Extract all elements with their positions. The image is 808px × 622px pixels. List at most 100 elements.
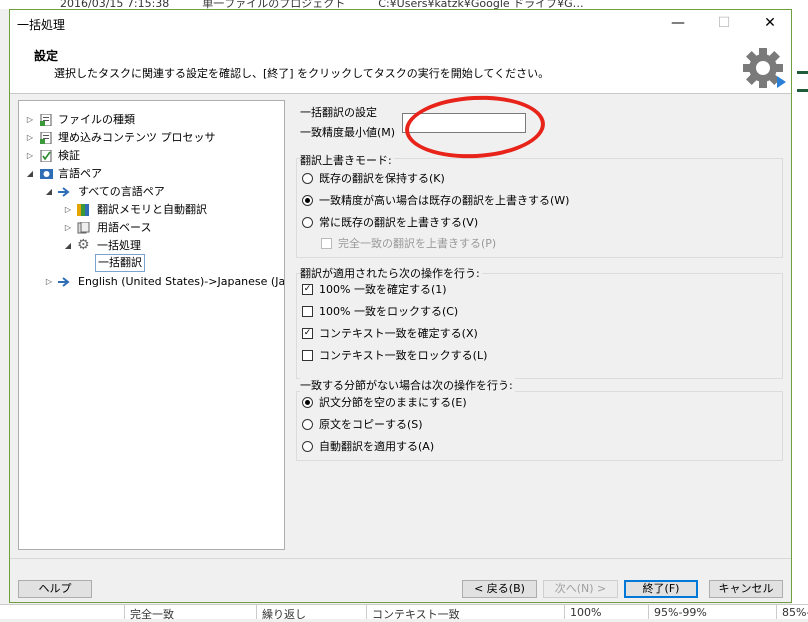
page-description: 選択したタスクに関連する設定を確認し、[終了] をクリックしてタスクの実行を開始… — [54, 67, 550, 80]
back-button[interactable]: < 戻る(B) — [462, 580, 537, 598]
checkbox[interactable] — [302, 306, 313, 317]
after-apply-title: 翻訳が適用されたら次の操作を行う: — [300, 265, 482, 281]
checkbox-label: コンテキスト一致を確定する(X) — [319, 327, 478, 340]
confirm-context-checkbox[interactable]: ✓ コンテキスト一致を確定する(X) — [302, 325, 602, 343]
tree-item-batch-translate[interactable]: 一括翻訳 — [19, 254, 279, 273]
tree-item-tm-and-mt[interactable]: ▷ 翻訳メモリと自動翻訳 — [19, 201, 279, 219]
radio-label: 既存の翻訳を保持する(K) — [319, 172, 445, 185]
tree-item-label: 言語ペア — [58, 167, 102, 180]
expand-arrow-icon[interactable]: ▷ — [63, 201, 73, 219]
checkbox-label: 100% 一致をロックする(C) — [319, 305, 459, 318]
tree-item-label: English (United States)->Japanese (Ja — [78, 275, 285, 288]
background-cell: 100% — [570, 606, 602, 619]
radio-label: 常に既存の翻訳を上書きする(V) — [319, 216, 479, 229]
background-cell: 85%- — [782, 606, 808, 619]
no-match-title: 一致する分節がない場合は次の操作を行う: — [300, 377, 515, 393]
checkbox-label: 100% 一致を確定する(1) — [319, 283, 447, 296]
gear-icon — [743, 48, 786, 88]
checkbox[interactable] — [302, 350, 313, 361]
finish-button[interactable]: 終了(F) — [624, 580, 698, 598]
confirm-100-checkbox[interactable]: ✓ 100% 一致を確定する(1) — [302, 281, 602, 299]
radio-button[interactable] — [302, 173, 313, 184]
radio-button[interactable] — [302, 397, 313, 408]
tree-item-verification[interactable]: ▷ 検証 — [19, 147, 279, 165]
translation-memory-icon — [77, 204, 89, 216]
tree-item-label-selected: 一括翻訳 — [95, 254, 145, 272]
overwrite-if-better-radio[interactable]: 一致精度が高い場合は既存の翻訳を上書きする(W) — [302, 192, 622, 210]
expand-arrow-icon[interactable]: ▷ — [25, 129, 35, 147]
apply-mt-radio[interactable]: 自動翻訳を適用する(A) — [302, 438, 602, 456]
expand-arrow-icon[interactable]: ▷ — [63, 219, 73, 237]
background-top-text: 2016/03/15 7:15:38 単一ファイルのプロジェクト C:¥User… — [60, 0, 584, 9]
leave-empty-radio[interactable]: 訳文分節を空のままにする(E) — [302, 394, 602, 412]
close-button[interactable]: ✕ — [747, 10, 793, 38]
checkbox-label: 完全一致の翻訳を上書きする(P) — [338, 237, 497, 250]
title-bar: 一括処理 — ☐ ✕ — [10, 10, 791, 38]
tree-item-label: 翻訳メモリと自動翻訳 — [97, 203, 207, 216]
next-button[interactable]: 次へ(N) > — [543, 580, 618, 598]
verification-icon — [40, 150, 52, 162]
tree-item-embedded-content[interactable]: ▷ 埋め込みコンテンツ プロセッサ — [19, 129, 279, 147]
min-match-label: 一致精度最小値(M) — [300, 126, 396, 139]
tree-item-termbase[interactable]: ▷ 用語ベース — [19, 219, 279, 237]
checkbox-label: コンテキスト一致をロックする(L) — [319, 349, 488, 362]
section-title: 一括翻訳の設定 — [300, 106, 377, 119]
radio-button[interactable] — [302, 419, 313, 430]
radio-label: 自動翻訳を適用する(A) — [319, 440, 435, 453]
lock-100-checkbox[interactable]: 100% 一致をロックする(C) — [302, 303, 602, 321]
tree-item-label: ファイルの種類 — [58, 113, 135, 126]
background-bar — [797, 71, 808, 74]
cancel-button[interactable]: キャンセル — [709, 580, 783, 598]
checkbox[interactable]: ✓ — [302, 284, 313, 295]
tree-item-english-japanese[interactable]: ▷ English (United States)->Japanese (Ja — [19, 273, 284, 291]
always-overwrite-radio[interactable]: 常に既存の翻訳を上書きする(V) — [302, 214, 602, 232]
collapse-arrow-icon[interactable]: ◢ — [25, 165, 35, 183]
radio-label: 訳文分節を空のままにする(E) — [319, 396, 467, 409]
tree-item-label: 検証 — [58, 149, 80, 162]
window-title: 一括処理 — [17, 18, 66, 32]
minimize-button[interactable]: — — [655, 10, 701, 38]
background-bar — [797, 89, 808, 92]
radio-button[interactable] — [302, 441, 313, 452]
copy-source-radio[interactable]: 原文をコピーする(S) — [302, 416, 602, 434]
radio-button[interactable] — [302, 217, 313, 228]
tree-item-language-pairs[interactable]: ◢ 言語ペア — [19, 165, 279, 183]
language-pairs-icon — [40, 169, 53, 179]
keep-existing-radio[interactable]: 既存の翻訳を保持する(K) — [302, 170, 602, 188]
background-cell: 95%-99% — [654, 606, 707, 619]
tree-item-all-language-pairs[interactable]: ◢ すべての言語ペア — [19, 183, 279, 201]
tree-item-label: 一括処理 — [97, 239, 141, 252]
tree-item-label: すべての言語ペア — [78, 185, 165, 198]
help-button[interactable]: ヘルプ — [18, 580, 92, 598]
expand-arrow-icon[interactable]: ▷ — [44, 273, 54, 291]
collapse-arrow-icon[interactable]: ◢ — [63, 237, 73, 255]
termbase-icon — [77, 222, 90, 234]
radio-button[interactable] — [302, 195, 313, 206]
checkbox[interactable]: ✓ — [302, 328, 313, 339]
background-cell: 完全一致 — [130, 608, 174, 621]
overwrite-mode-title: 翻訳上書きモード: — [300, 152, 394, 168]
background-app-bottom: 完全一致 繰り返し コンテキスト一致 100% 95%-99% 85%- — [0, 604, 808, 621]
tree-item-label: 用語ベース — [97, 221, 152, 234]
radio-label: 一致精度が高い場合は既存の翻訳を上書きする(W) — [319, 194, 570, 207]
expand-arrow-icon[interactable]: ▷ — [25, 111, 35, 129]
checkbox[interactable] — [321, 238, 332, 249]
file-types-icon — [40, 114, 52, 126]
lock-context-checkbox[interactable]: コンテキスト一致をロックする(L) — [302, 347, 602, 365]
expand-arrow-icon[interactable]: ▷ — [25, 147, 35, 165]
arrow-right-icon — [58, 277, 70, 287]
background-app-right — [792, 9, 808, 604]
radio-label: 原文をコピーする(S) — [319, 418, 423, 431]
tree-item-file-types[interactable]: ▷ ファイルの種類 — [19, 111, 279, 129]
arrow-right-icon — [58, 187, 70, 197]
gear-small-icon: ⚙ — [77, 237, 90, 253]
maximize-button[interactable]: ☐ — [701, 10, 747, 38]
embedded-content-icon — [40, 132, 52, 144]
tree-item-batch-processing[interactable]: ◢ ⚙ 一括処理 — [19, 237, 279, 255]
dialog-header: 設定 選択したタスクに関連する設定を確認し、[終了] をクリックしてタスクの実行… — [10, 38, 791, 94]
dialog-footer: ヘルプ < 戻る(B) 次へ(N) > 終了(F) キャンセル — [10, 558, 791, 605]
collapse-arrow-icon[interactable]: ◢ — [44, 183, 54, 201]
overwrite-perfect-match-checkbox[interactable]: 完全一致の翻訳を上書きする(P) — [321, 235, 621, 253]
settings-tree: ▷ ファイルの種類 ▷ 埋め込みコンテンツ プロセッサ ▷ 検証 ◢ 言語ペア … — [18, 100, 285, 550]
page-title: 設定 — [34, 49, 59, 63]
